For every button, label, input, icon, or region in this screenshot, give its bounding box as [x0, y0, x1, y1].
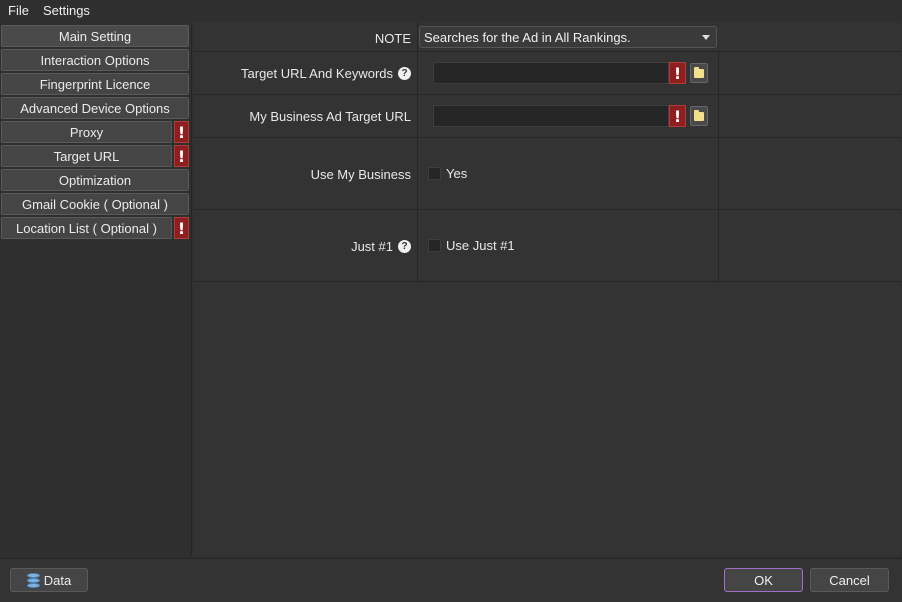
alert-glyph: ! — [177, 218, 186, 238]
target-url-label: Target URL And Keywords ? — [241, 66, 411, 81]
just1-label-text: Just #1 — [351, 239, 393, 254]
target-url-alert-icon: ! — [174, 145, 189, 167]
alert-glyph: ! — [673, 106, 682, 126]
sidebar-row-advanced-device-options: Advanced Device Options — [1, 97, 189, 119]
folder-icon — [694, 66, 704, 78]
just1-label: Just #1 ? — [351, 239, 411, 254]
database-icon — [26, 572, 40, 588]
alert-glyph: ! — [177, 122, 186, 142]
sidebar-item-main-setting[interactable]: Main Setting — [1, 25, 189, 47]
sidebar-item-advanced-device-options[interactable]: Advanced Device Options — [1, 97, 189, 119]
row-divider — [193, 281, 901, 282]
alert-glyph: ! — [177, 146, 186, 166]
help-icon[interactable]: ? — [398, 240, 411, 253]
just1-option[interactable]: Use Just #1 — [446, 238, 515, 253]
sidebar-row-fingerprint-licence: Fingerprint Licence — [1, 73, 189, 95]
use-my-business-checkbox[interactable] — [428, 167, 441, 180]
use-my-business-label: Use My Business — [310, 167, 411, 182]
my-business-url-input-alert-icon: ! — [669, 105, 686, 127]
chevron-down-icon — [702, 35, 710, 40]
target-url-browse-button[interactable] — [690, 63, 708, 83]
sidebar-item-target-url[interactable]: Target URL — [1, 145, 172, 167]
note-select[interactable]: Searches for the Ad in All Rankings. — [419, 26, 717, 48]
just1-checkbox[interactable] — [428, 239, 441, 252]
cancel-button[interactable]: Cancel — [810, 568, 889, 592]
alert-glyph: ! — [673, 63, 682, 83]
ok-button[interactable]: OK — [724, 568, 803, 592]
sidebar-row-target-url: Target URL ! — [1, 145, 189, 167]
menu-bar: File Settings — [0, 0, 902, 20]
row-divider — [193, 94, 901, 95]
sidebar-item-gmail-cookie[interactable]: Gmail Cookie ( Optional ) — [1, 193, 189, 215]
data-button[interactable]: Data — [10, 568, 88, 592]
row-divider — [193, 209, 901, 210]
data-button-label: Data — [43, 572, 72, 588]
use-my-business-option[interactable]: Yes — [446, 166, 467, 181]
menu-settings[interactable]: Settings — [35, 3, 96, 18]
sidebar-row-proxy: Proxy ! — [1, 121, 189, 143]
sidebar-row-main-setting: Main Setting — [1, 25, 189, 47]
column-divider — [417, 22, 418, 281]
sidebar-item-proxy[interactable]: Proxy — [1, 121, 172, 143]
my-business-url-browse-button[interactable] — [690, 106, 708, 126]
sidebar-row-location-list: Location List ( Optional ) ! — [1, 217, 189, 239]
proxy-alert-icon: ! — [174, 121, 189, 143]
sidebar: Main Setting Interaction Options Fingerp… — [0, 22, 192, 556]
help-icon[interactable]: ? — [398, 67, 411, 80]
column-divider-right — [718, 51, 719, 281]
sidebar-item-location-list[interactable]: Location List ( Optional ) — [1, 217, 172, 239]
location-list-alert-icon: ! — [174, 217, 189, 239]
row-divider — [193, 137, 901, 138]
target-url-label-text: Target URL And Keywords — [241, 66, 393, 81]
sidebar-item-interaction-options[interactable]: Interaction Options — [1, 49, 189, 71]
row-divider — [193, 51, 901, 52]
my-business-url-label: My Business Ad Target URL — [249, 109, 411, 124]
target-url-input-alert-icon: ! — [669, 62, 686, 84]
target-url-input[interactable] — [433, 62, 669, 84]
sidebar-item-optimization[interactable]: Optimization — [1, 169, 189, 191]
footer-bar: Data OK Cancel — [0, 558, 902, 602]
sidebar-item-fingerprint-licence[interactable]: Fingerprint Licence — [1, 73, 189, 95]
note-label: NOTE — [374, 31, 411, 46]
note-select-value: Searches for the Ad in All Rankings. — [424, 29, 631, 45]
my-business-url-input[interactable] — [433, 105, 669, 127]
sidebar-row-interaction-options: Interaction Options — [1, 49, 189, 71]
folder-icon — [694, 109, 704, 121]
settings-form: NOTE Searches for the Ad in All Rankings… — [193, 22, 901, 556]
sidebar-row-gmail-cookie: Gmail Cookie ( Optional ) — [1, 193, 189, 215]
sidebar-row-optimization: Optimization — [1, 169, 189, 191]
menu-file[interactable]: File — [0, 3, 35, 18]
